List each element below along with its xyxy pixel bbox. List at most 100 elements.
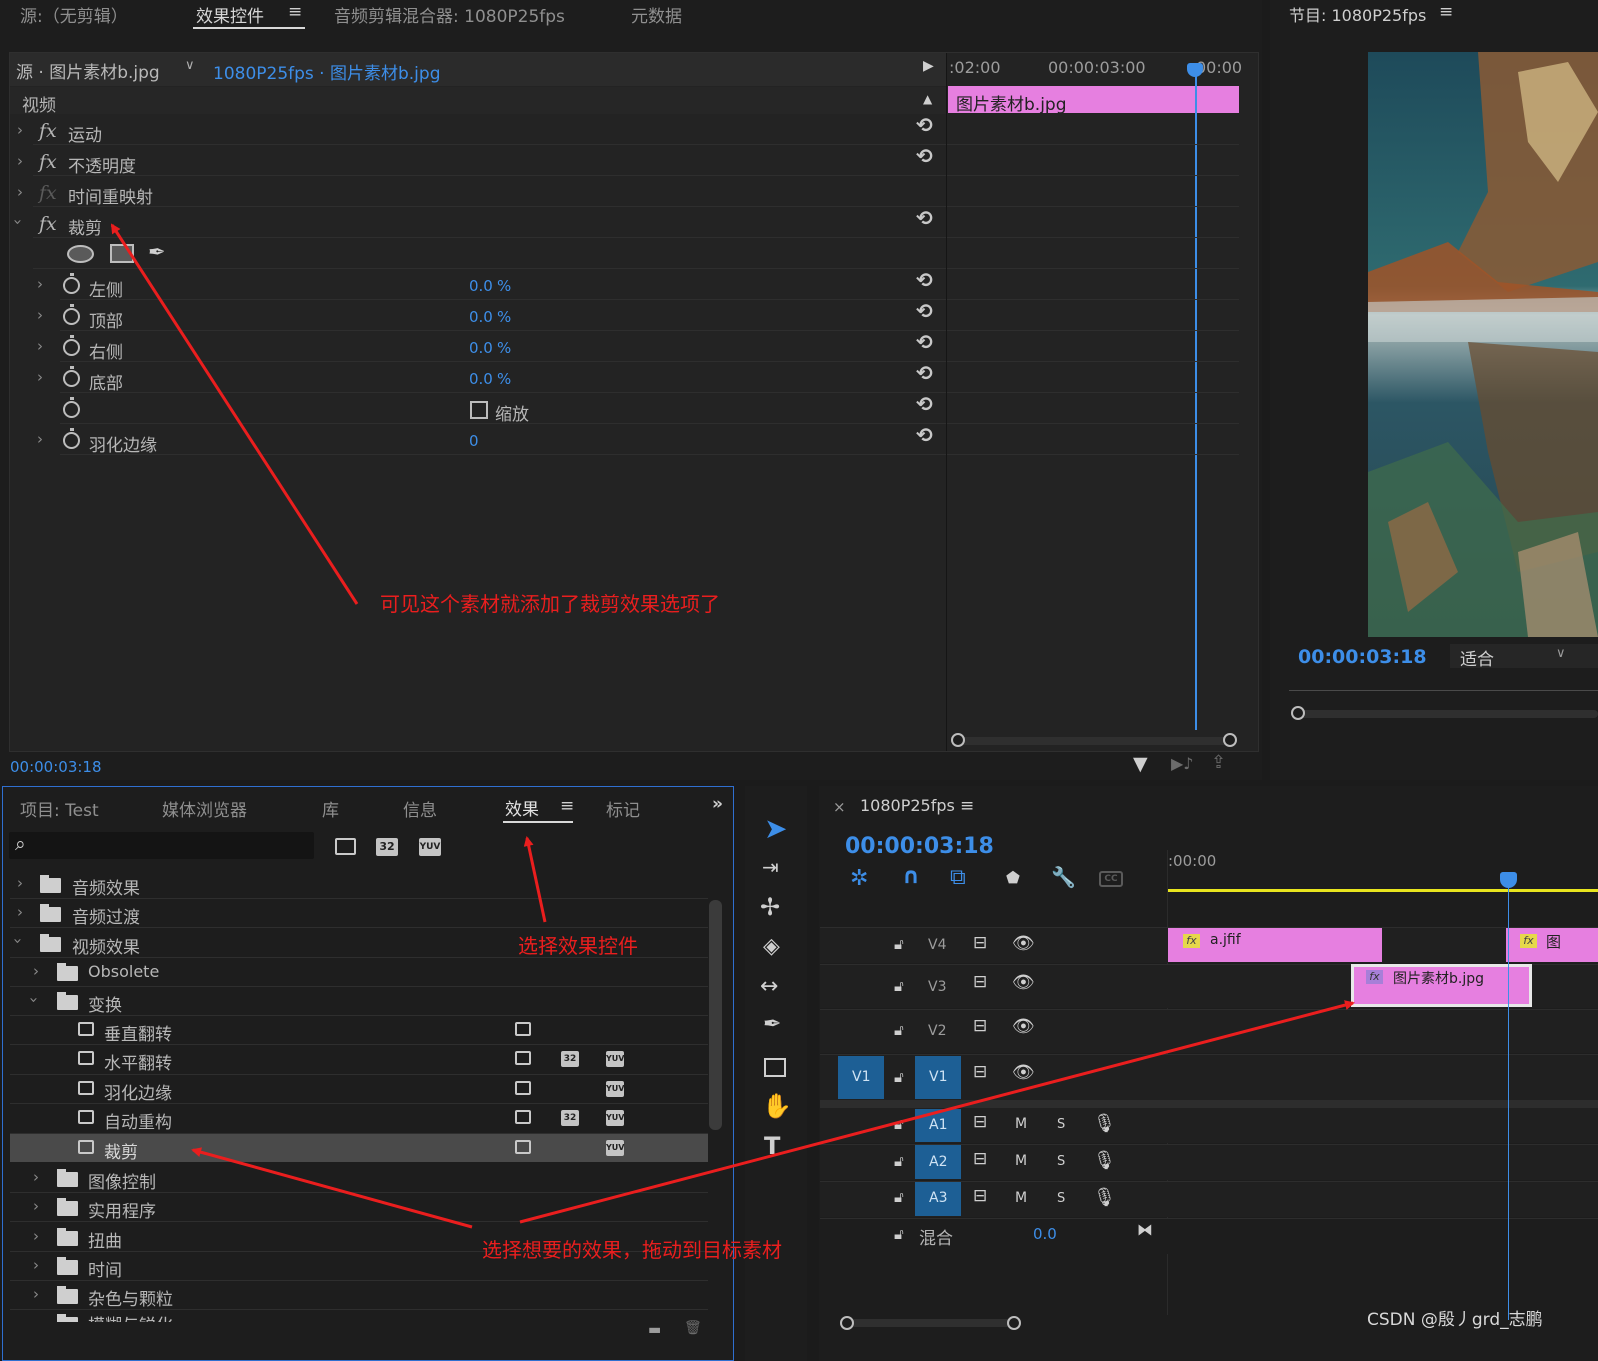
ec-scroll-handle-right[interactable] [1223, 733, 1237, 747]
trash-icon[interactable]: 🗑 [684, 1320, 702, 1336]
tab-markers[interactable]: 标记 [606, 796, 640, 821]
tab-effects[interactable]: 效果 [505, 795, 539, 820]
timeline-ruler[interactable] [1167, 872, 1598, 890]
tree-audio-effects[interactable]: 音频效果 [72, 874, 140, 899]
fx-icon[interactable]: fx [39, 120, 57, 142]
param-right-value[interactable]: 0.0 [469, 339, 493, 357]
microphone-icon[interactable]: 🎙︎ [1093, 1150, 1116, 1171]
tree-vertical-flip[interactable]: 垂直翻转 [104, 1020, 172, 1045]
effects-search-input[interactable] [9, 832, 314, 859]
tree-distort[interactable]: 扭曲 [88, 1227, 122, 1252]
reset-icon[interactable]: ⟲ [916, 299, 933, 323]
pen-mask-icon[interactable]: ✒ [148, 240, 166, 264]
eye-icon[interactable]: 👁︎ [1012, 1062, 1035, 1083]
mute-button[interactable]: M [1015, 1153, 1027, 1169]
reset-icon[interactable]: ⟲ [916, 206, 933, 230]
razor-tool-icon[interactable]: ◈ [763, 934, 780, 959]
expand-folder-icon[interactable]: › [33, 1227, 39, 1245]
tree-time[interactable]: 时间 [88, 1256, 122, 1281]
effect-motion[interactable]: 运动 [68, 121, 102, 146]
tab-effect-controls[interactable]: 效果控件 [196, 2, 264, 27]
selection-tool-icon[interactable]: ➤ [764, 812, 787, 845]
sync-lock-icon[interactable]: ⊟ [973, 972, 987, 992]
hand-tool-icon[interactable]: ✋ [762, 1092, 792, 1120]
program-menu-icon[interactable]: ≡ [1439, 2, 1453, 22]
tab-library[interactable]: 库 [322, 796, 339, 821]
timeline-menu-icon[interactable]: ≡ [960, 796, 974, 816]
new-bin-icon[interactable]: ▬ [648, 1322, 661, 1338]
tab-menu-icon[interactable]: ≡ [560, 796, 574, 816]
tree-video-effects[interactable]: 视频效果 [72, 933, 140, 958]
fx-icon[interactable]: fx [39, 151, 57, 173]
tab-info[interactable]: 信息 [403, 796, 437, 821]
ripple-edit-tool-icon[interactable]: ✢ [760, 893, 780, 921]
timeline-scroll-handle-right[interactable] [1007, 1316, 1021, 1330]
microphone-icon[interactable]: 🎙︎ [1093, 1113, 1116, 1134]
effects-scrollbar[interactable] [709, 900, 722, 1130]
timeline-scroll-handle-left[interactable] [840, 1316, 854, 1330]
rectangle-mask-icon[interactable] [110, 244, 134, 263]
slip-tool-icon[interactable]: ↔ [760, 974, 778, 999]
reset-icon[interactable]: ⟲ [916, 423, 933, 447]
expand-param-icon[interactable]: › [37, 306, 43, 324]
eye-icon[interactable]: 👁︎ [1012, 933, 1035, 954]
param-feather-value[interactable]: 0 [469, 432, 479, 450]
track-label-v2[interactable]: V2 [928, 1023, 946, 1039]
32bit-filter-badge[interactable]: 32 [376, 838, 398, 856]
expand-folder-icon[interactable]: › [33, 1168, 39, 1186]
sync-lock-icon[interactable]: ⊟ [973, 933, 987, 953]
program-scrollbar[interactable] [1298, 710, 1598, 718]
tree-image-control[interactable]: 图像控制 [88, 1168, 156, 1193]
effect-crop[interactable]: 裁剪 [68, 214, 102, 239]
timeline-timecode[interactable]: 00:00:03:18 [845, 834, 994, 859]
collapse-folder-icon[interactable]: › [25, 997, 43, 1003]
tree-blur-sharpen[interactable]: 模糊与锐化 [88, 1312, 173, 1322]
expand-param-icon[interactable]: › [37, 275, 43, 293]
tab-metadata[interactable]: 元数据 [631, 2, 682, 27]
tree-obsolete[interactable]: Obsolete [88, 962, 159, 981]
solo-button[interactable]: S [1057, 1117, 1065, 1132]
chevron-down-icon[interactable]: ∨ [185, 58, 195, 73]
tab-menu-icon[interactable]: ≡ [288, 2, 302, 22]
filter-icon[interactable]: ▼ [1133, 753, 1148, 775]
tree-transform[interactable]: 变换 [88, 991, 122, 1016]
clip-a-jfif[interactable] [1168, 928, 1382, 962]
expand-folder-icon[interactable]: › [33, 1256, 39, 1274]
collapse-folder-icon[interactable]: › [9, 938, 27, 944]
tree-feather-edges[interactable]: 羽化边缘 [104, 1079, 172, 1104]
fx-icon[interactable]: fx [39, 213, 57, 235]
track-label-v3[interactable]: V3 [928, 979, 946, 995]
export-icon[interactable]: ⇪ [1211, 752, 1226, 773]
sync-lock-icon[interactable]: ⊟ [973, 1186, 987, 1206]
expand-param-icon[interactable]: › [37, 430, 43, 448]
param-left-value[interactable]: 0.0 [469, 277, 493, 295]
expand-param-icon[interactable]: › [37, 337, 43, 355]
stopwatch-icon[interactable] [63, 428, 80, 449]
tree-crop[interactable]: 裁剪 [104, 1138, 138, 1163]
zoom-checkbox[interactable] [470, 401, 488, 419]
program-timecode[interactable]: 00:00:03:18 [1298, 646, 1427, 668]
tree-horizontal-flip[interactable]: 水平翻转 [104, 1049, 172, 1074]
sync-lock-icon[interactable]: ⊟ [973, 1016, 987, 1036]
expand-folder-icon[interactable]: › [17, 903, 23, 921]
type-tool-icon[interactable]: T [764, 1132, 780, 1160]
lock-icon[interactable]: 🔓︎ [894, 1021, 904, 1039]
reset-icon[interactable]: ⟲ [916, 392, 933, 416]
mute-button[interactable]: M [1015, 1116, 1027, 1132]
snap-magnet-icon[interactable]: ∩ [902, 864, 920, 889]
lock-icon[interactable]: 🔓︎ [894, 1188, 904, 1206]
tree-utility[interactable]: 实用程序 [88, 1197, 156, 1222]
sync-lock-icon[interactable]: ⊟ [973, 1112, 987, 1132]
tab-media-browser[interactable]: 媒体浏览器 [162, 796, 247, 821]
stopwatch-icon[interactable] [63, 273, 80, 294]
tab-source[interactable]: 源:（无剪辑） [20, 2, 128, 27]
accelerated-effects-icon[interactable] [335, 838, 356, 855]
effect-opacity[interactable]: 不透明度 [68, 152, 136, 177]
lock-icon[interactable]: 🔓︎ [894, 935, 904, 953]
stopwatch-icon[interactable] [63, 335, 80, 356]
linked-selection-icon[interactable]: ⧉ [950, 865, 966, 890]
timeline-title[interactable]: 1080P25fps [860, 796, 955, 815]
track-label-v4[interactable]: V4 [928, 937, 946, 953]
mix-expand-icon[interactable]: ⧓ [1137, 1220, 1153, 1239]
eye-icon[interactable]: 👁︎ [1012, 1016, 1035, 1037]
